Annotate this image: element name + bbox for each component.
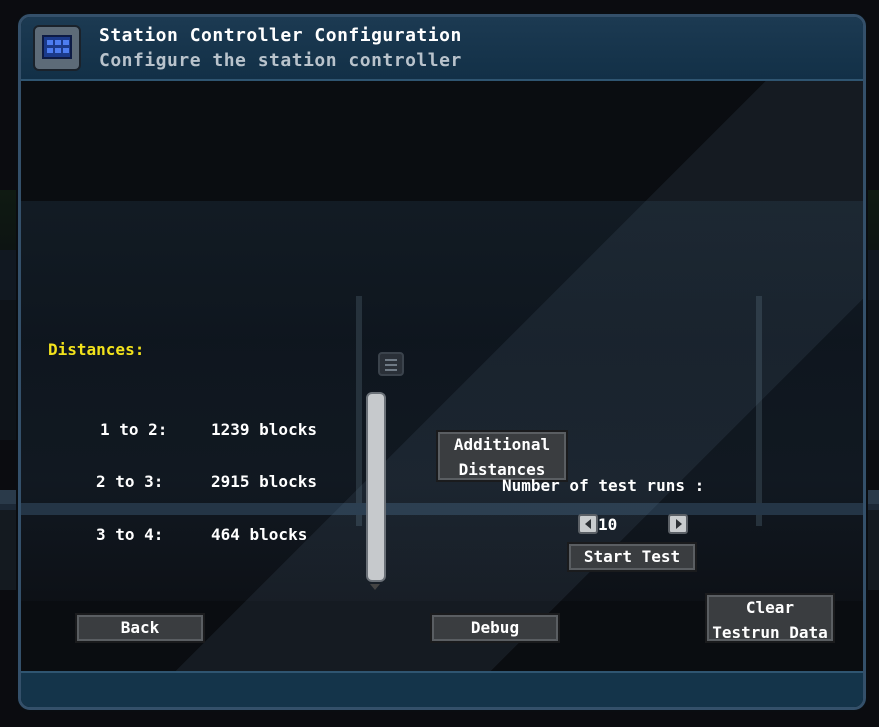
clear-label-line1: Clear: [745, 598, 795, 617]
clear-label-line2: Testrun Data: [712, 623, 828, 642]
scrollbar-thumb[interactable]: [366, 392, 386, 582]
window-body: [21, 81, 863, 671]
additional-distances-label-line1: Additional: [453, 435, 551, 454]
distance-row-value: 464 blocks: [211, 525, 308, 544]
list-icon[interactable]: [378, 352, 404, 376]
distances-scrollbar[interactable]: [366, 392, 386, 590]
distance-row-value: 1239 blocks: [211, 420, 317, 439]
test-runs-value: 10: [598, 515, 618, 534]
window-title: Station Controller Configuration: [99, 25, 462, 46]
station-controller-icon: [33, 25, 81, 71]
window-header: Station Controller Configuration Configu…: [21, 17, 863, 81]
debug-button[interactable]: Debug: [430, 613, 560, 643]
distances-label: Distances:: [48, 340, 145, 359]
distance-row-value: 2915 blocks: [211, 472, 317, 491]
scroll-down-icon[interactable]: [370, 584, 380, 590]
distance-row-key: 2 to 3:: [96, 472, 164, 491]
distance-row-key: 1 to 2:: [100, 420, 168, 439]
increase-runs-arrow-icon[interactable]: [668, 514, 688, 534]
distance-row-key: 3 to 4:: [96, 525, 164, 544]
additional-distances-button[interactable]: Additional Distances: [436, 430, 568, 482]
decrease-runs-arrow-icon[interactable]: [578, 514, 598, 534]
clear-testrun-data-button[interactable]: Clear Testrun Data: [705, 593, 835, 643]
back-button[interactable]: Back: [75, 613, 205, 643]
test-runs-label: Number of test runs :: [502, 476, 705, 495]
start-test-button[interactable]: Start Test: [567, 542, 697, 572]
window-subtitle: Configure the station controller: [99, 50, 462, 71]
window-footer: [21, 671, 863, 707]
